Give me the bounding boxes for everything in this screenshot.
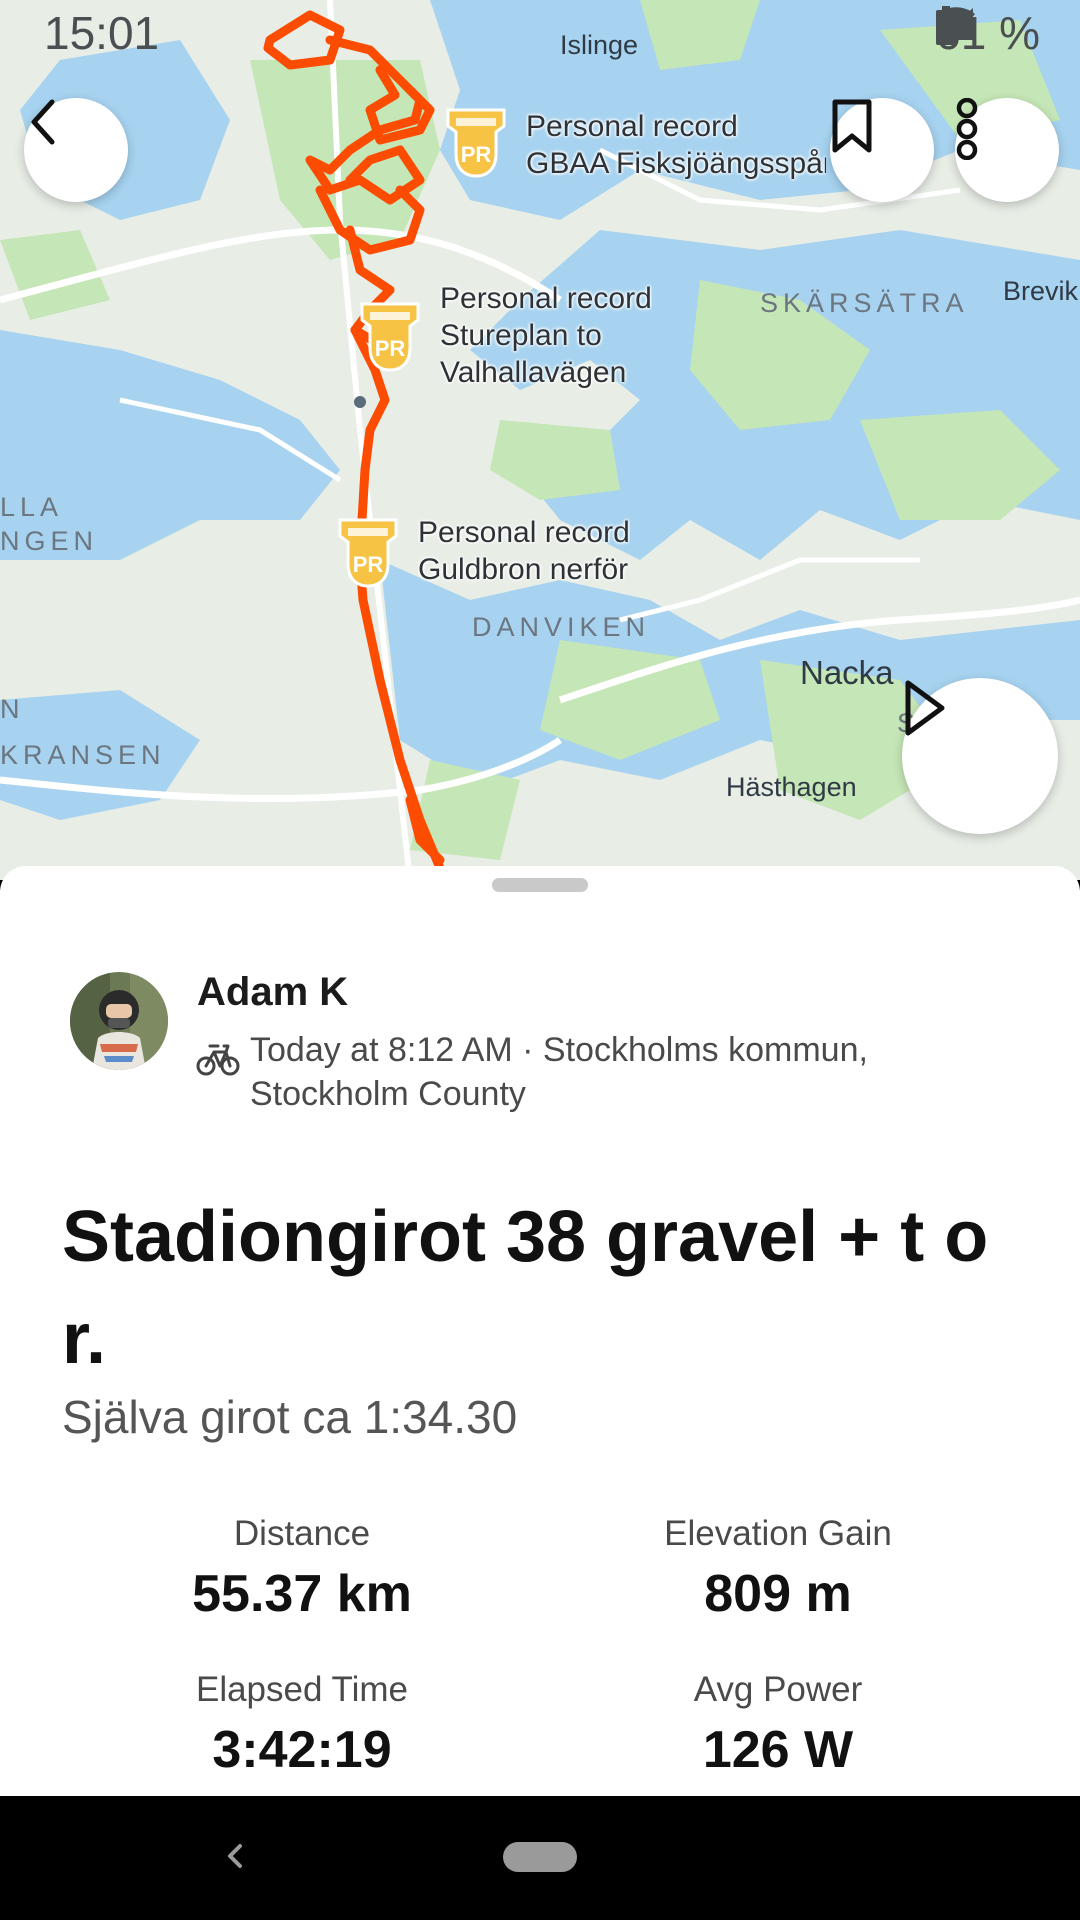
stat-value: 809 m xyxy=(704,1565,852,1623)
route-map[interactable]: Islinge SKÄRSÄTRA Brevik LLA NGEN N KRAN… xyxy=(0,0,1080,880)
bookmark-button[interactable] xyxy=(830,98,934,202)
bike-icon xyxy=(196,1044,240,1076)
play-flyover-button[interactable] xyxy=(902,678,1058,834)
stat-label: Avg Power xyxy=(693,1670,863,1709)
pr-label-stureplan: Personal record Stureplan to Valhallaväg… xyxy=(440,280,652,391)
pr-label-line3: Valhallavägen xyxy=(440,356,627,389)
pr-label-line2: Stureplan to xyxy=(440,319,602,352)
battery-icon xyxy=(936,6,957,45)
stat-avg-power: Avg Power 126 W xyxy=(568,1670,988,1780)
map-label-ngen: NGEN xyxy=(0,526,99,556)
map-label-kransen: KRANSEN xyxy=(0,740,166,770)
status-bar: 15:01 61 % xyxy=(0,0,1080,70)
pr-label-line1: Personal record xyxy=(526,110,738,143)
activity-meta: Today at 8:12 AM · Stockholms kommun, St… xyxy=(250,1028,1010,1116)
chevron-left-icon xyxy=(31,99,55,145)
pr-label-line1: Personal record xyxy=(418,516,630,549)
pr-trophy-icon[interactable]: PR xyxy=(336,514,400,590)
stat-elevation-gain: Elevation Gain 809 m xyxy=(568,1514,988,1624)
pr-label-line1: Personal record xyxy=(440,282,652,315)
stat-label: Elevation Gain xyxy=(664,1514,892,1553)
pr-label-gbaa: Personal record GBAA Fisksjöängsspår xyxy=(526,108,826,182)
pr-trophy-icon[interactable]: PR xyxy=(358,298,422,374)
map-label-hasthagen: Hästhagen xyxy=(726,772,857,802)
map-label-brevik: Brevik xyxy=(1003,276,1079,306)
map-label-n: N xyxy=(0,694,25,724)
nav-home-pill[interactable] xyxy=(503,1842,577,1872)
map-label-nacka: Nacka xyxy=(800,654,894,691)
map-label-skarsatra: SKÄRSÄTRA xyxy=(760,288,969,318)
pr-label-line2: GBAA Fisksjöängsspår xyxy=(526,147,826,180)
activity-date-location: Today at 8:12 AM · Stockholms kommun, xyxy=(250,1031,868,1069)
sheet-drag-handle[interactable] xyxy=(492,878,588,892)
pr-badge-text: PR xyxy=(461,142,492,167)
stat-label: Elapsed Time xyxy=(195,1670,409,1709)
more-vertical-icon xyxy=(956,98,978,160)
stat-elapsed-time: Elapsed Time 3:42:19 xyxy=(92,1670,512,1780)
pr-badge-text: PR xyxy=(353,552,384,577)
status-icons: 61 % xyxy=(935,6,1040,60)
play-icon xyxy=(905,680,945,736)
back-button[interactable] xyxy=(24,98,128,202)
activity-location-county: Stockholm County xyxy=(250,1075,526,1113)
stat-distance: Distance 55.37 km xyxy=(92,1514,512,1624)
status-time: 15:01 xyxy=(44,7,160,59)
bookmark-icon xyxy=(832,99,872,153)
avatar[interactable] xyxy=(70,972,168,1070)
map-label-danviken: DANVIKEN xyxy=(472,612,651,642)
system-nav-bar xyxy=(0,1796,1080,1920)
stat-label: Distance xyxy=(233,1514,371,1553)
activity-title: Stadiongirot 38 gravel + t o r. xyxy=(62,1197,989,1379)
nav-back-icon[interactable] xyxy=(216,1836,256,1876)
map-label-lla: LLA xyxy=(0,492,64,522)
pr-badge-text: PR xyxy=(375,336,406,361)
stat-value: 126 W xyxy=(702,1721,854,1779)
pr-label-guldbron: Personal record Guldbron nerför xyxy=(418,514,630,588)
pr-label-line2: Guldbron nerför xyxy=(418,553,629,586)
activity-description: Själva girot ca 1:34.30 xyxy=(62,1391,518,1443)
athlete-name[interactable]: Adam K xyxy=(197,970,348,1015)
activity-sheet: Adam K Today at 8:12 AM · Stockholms kom… xyxy=(0,866,1080,1796)
pr-trophy-icon[interactable]: PR xyxy=(444,104,508,180)
stat-value: 55.37 km xyxy=(192,1565,412,1623)
more-options-button[interactable] xyxy=(955,98,1059,202)
stat-value: 3:42:19 xyxy=(212,1721,392,1779)
